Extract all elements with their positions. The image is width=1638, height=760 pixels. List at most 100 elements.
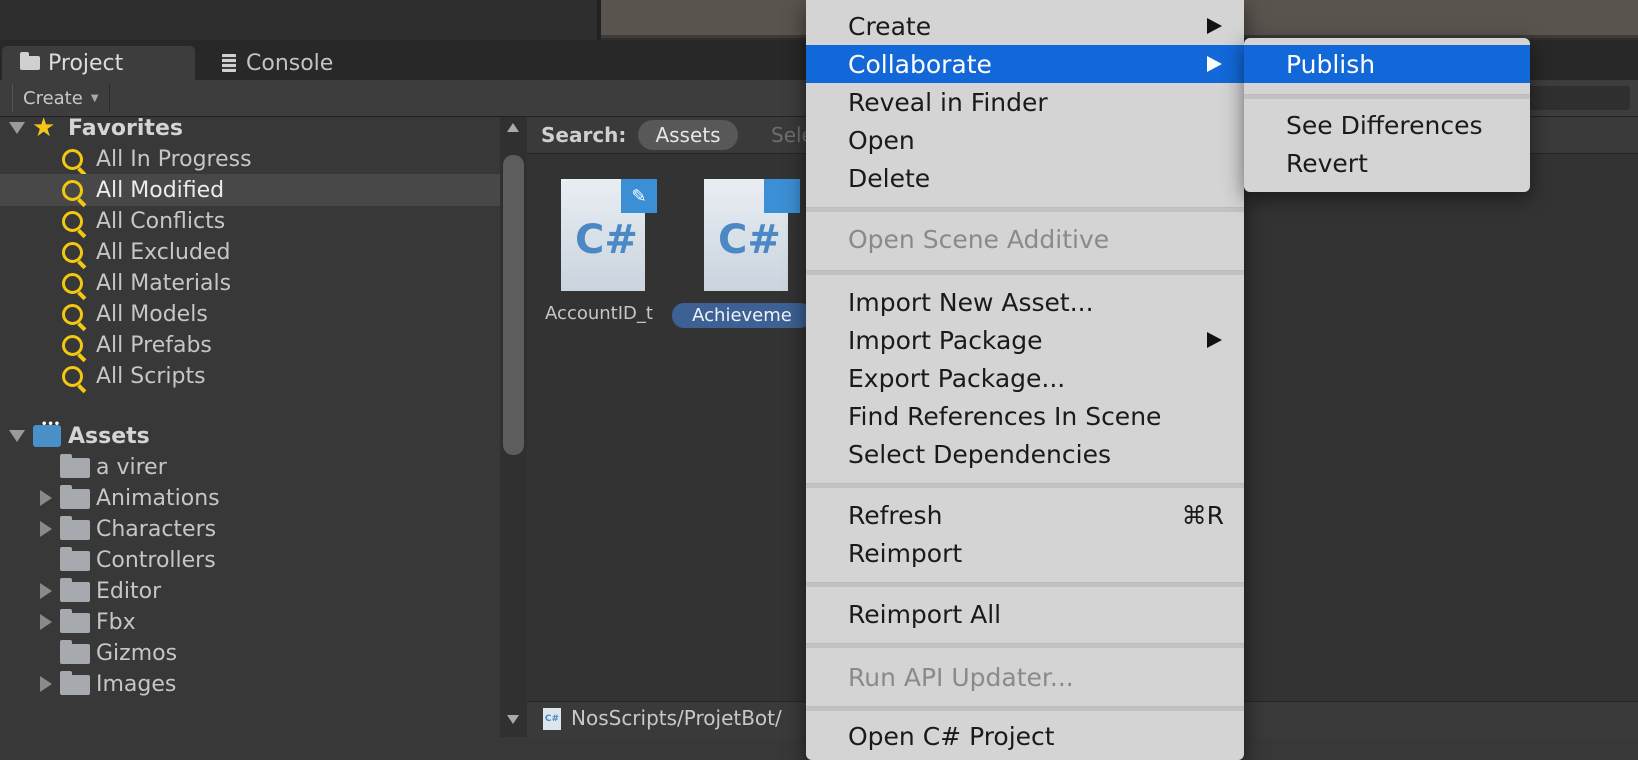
menu-item-label: Run API Updater... <box>848 662 1074 692</box>
menu-item-label: Export Package... <box>848 363 1066 393</box>
favorite-item[interactable]: All Modified <box>0 174 500 206</box>
scroll-up-icon[interactable] <box>507 123 519 132</box>
create-dropdown-button[interactable]: Create ▼ <box>12 84 110 112</box>
folder-icon <box>60 671 90 695</box>
folder-item[interactable]: Images <box>0 668 500 700</box>
menu-item-label: Open <box>848 125 915 155</box>
menu-item-label: Import New Asset... <box>848 287 1094 317</box>
search-icon <box>62 304 83 325</box>
menu-item-open[interactable]: Open <box>806 121 1244 159</box>
folder-label: Controllers <box>96 547 216 573</box>
menu-item-find-references[interactable]: Find References In Scene <box>806 397 1244 435</box>
tree-scrollbar[interactable] <box>500 117 527 737</box>
folder-item[interactable]: Gizmos <box>0 637 500 669</box>
folder-item[interactable]: Controllers <box>0 544 500 576</box>
favorite-item[interactable]: All Prefabs <box>0 329 500 361</box>
menu-item-label: Revert <box>1286 148 1368 178</box>
favorites-label: Favorites <box>68 115 183 141</box>
folder-icon <box>60 547 90 571</box>
menu-item-refresh[interactable]: Refresh ⌘R <box>806 496 1244 534</box>
folder-item[interactable]: Animations <box>0 482 500 514</box>
assets-folder-icon <box>33 419 61 447</box>
folder-icon <box>60 578 90 602</box>
submenu-item-see-differences[interactable]: See Differences <box>1244 106 1530 144</box>
favorite-item[interactable]: All Excluded <box>0 236 500 268</box>
expand-triangle-icon[interactable] <box>40 490 52 506</box>
menu-item-reimport-all[interactable]: Reimport All <box>806 595 1244 633</box>
folder-label: Gizmos <box>96 640 178 666</box>
folder-item[interactable]: a virer <box>0 451 500 483</box>
menu-separator <box>806 270 1244 275</box>
chevron-down-icon: ▼ <box>90 92 99 104</box>
asset-name: AccountID_t <box>545 303 653 324</box>
favorite-item[interactable]: All Conflicts <box>0 205 500 237</box>
asset-item[interactable]: C# Achieveme <box>672 179 812 339</box>
menu-separator <box>806 706 1244 711</box>
expand-triangle-icon[interactable] <box>40 583 52 599</box>
folder-item[interactable]: Characters <box>0 513 500 545</box>
context-menu: Create Collaborate Reveal in Finder Open… <box>806 0 1244 760</box>
assets-header[interactable]: Assets <box>0 419 500 452</box>
menu-item-label: Reimport All <box>848 599 1002 629</box>
file-glyph: C# <box>718 217 781 263</box>
folder-icon <box>60 516 90 540</box>
submenu-item-revert[interactable]: Revert <box>1244 144 1530 182</box>
folder-icon <box>60 454 90 478</box>
menu-item-collaborate[interactable]: Collaborate <box>806 45 1244 83</box>
folder-label: Images <box>96 671 177 697</box>
expand-triangle-icon[interactable] <box>9 430 25 442</box>
folder-label: Animations <box>96 485 220 511</box>
expand-triangle-icon[interactable] <box>40 614 52 630</box>
favorite-item-label: All In Progress <box>96 146 252 172</box>
menu-separator <box>806 643 1244 648</box>
submenu-item-publish[interactable]: Publish <box>1244 45 1530 83</box>
asset-item[interactable]: C# ✎ AccountID_t <box>529 179 669 339</box>
menu-separator <box>806 483 1244 488</box>
menu-item-create[interactable]: Create <box>806 7 1244 45</box>
favorite-item[interactable]: All Models <box>0 298 500 330</box>
expand-triangle-icon[interactable] <box>40 521 52 537</box>
folder-item[interactable]: Fbx <box>0 606 500 638</box>
search-label: Search: <box>541 123 627 147</box>
favorite-item[interactable]: All Materials <box>0 267 500 299</box>
folder-label: Editor <box>96 578 162 604</box>
folder-icon <box>60 485 90 509</box>
search-icon <box>62 211 83 232</box>
favorite-item-label: All Prefabs <box>96 332 212 358</box>
menu-separator <box>1244 94 1530 99</box>
expand-triangle-icon[interactable] <box>9 122 25 134</box>
asset-name: Achieveme <box>672 303 812 328</box>
search-icon <box>62 273 83 294</box>
star-icon: ★ <box>32 113 56 143</box>
menu-item-label: Reveal in Finder <box>848 87 1048 117</box>
favorites-header[interactable]: ★ Favorites <box>0 112 500 144</box>
search-icon <box>62 242 83 263</box>
create-label: Create <box>23 87 83 109</box>
folder-label: Characters <box>96 516 217 542</box>
menu-separator <box>806 207 1244 212</box>
menu-item-import-package[interactable]: Import Package <box>806 321 1244 359</box>
folder-label: Fbx <box>96 609 136 635</box>
menu-item-reveal-in-finder[interactable]: Reveal in Finder <box>806 83 1244 121</box>
favorite-item[interactable]: All In Progress <box>0 143 500 175</box>
menu-item-run-api-updater: Run API Updater... <box>806 658 1244 696</box>
menu-item-select-dependencies[interactable]: Select Dependencies <box>806 435 1244 473</box>
tab-project[interactable]: Project <box>2 46 195 80</box>
favorite-item[interactable]: All Scripts <box>0 360 500 392</box>
tab-project-label: Project <box>48 50 124 76</box>
scroll-thumb[interactable] <box>503 155 524 455</box>
tab-console[interactable]: Console <box>218 46 408 80</box>
folder-icon <box>20 52 40 70</box>
search-scope-assets[interactable]: Assets <box>638 120 738 150</box>
menu-item-import-new-asset[interactable]: Import New Asset... <box>806 283 1244 321</box>
menu-item-export-package[interactable]: Export Package... <box>806 359 1244 397</box>
menu-item-delete[interactable]: Delete <box>806 159 1244 197</box>
menu-item-open-csharp-project[interactable]: Open C# Project <box>806 717 1244 755</box>
expand-triangle-icon[interactable] <box>40 676 52 692</box>
scroll-down-icon[interactable] <box>507 715 519 724</box>
folder-item[interactable]: Editor <box>0 575 500 607</box>
menu-item-reimport[interactable]: Reimport <box>806 534 1244 572</box>
menu-item-label: Create <box>848 11 932 41</box>
favorite-item-label: All Excluded <box>96 239 231 265</box>
favorite-item-label: All Materials <box>96 270 232 296</box>
